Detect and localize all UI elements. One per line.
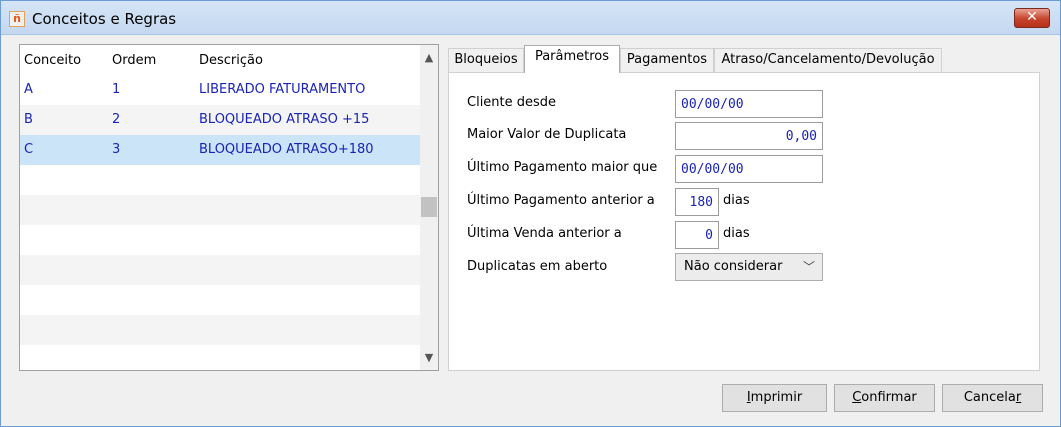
tab-pagamentos[interactable]: Pagamentos [620, 48, 714, 72]
empty-row [20, 225, 420, 255]
confirmar-button[interactable]: Confirmar [834, 384, 935, 412]
empty-row [20, 165, 420, 195]
close-button[interactable]: ✕ [1014, 8, 1050, 28]
label-cliente-desde: Cliente desde [467, 95, 557, 110]
imprimir-label-b: mprimir [750, 390, 803, 405]
empty-row [20, 315, 420, 345]
cell-ordem: 1 [112, 82, 121, 97]
ultima-venda-field[interactable] [675, 221, 719, 249]
empty-row [20, 285, 420, 315]
title-bar: ñ Conceitos e Regras ✕ [1, 1, 1060, 35]
tab-atraso-cancelamento-devolucao[interactable]: Atraso/Cancelamento/Devolução [714, 48, 942, 72]
scroll-down-icon[interactable]: ▼ [420, 347, 438, 369]
parametros-panel: Cliente desde Maior Valor de Duplicata Ú… [448, 72, 1040, 371]
label-ultimo-pagamento-anterior: Último Pagamento anterior a [467, 193, 655, 208]
window-title: Conceitos e Regras [32, 10, 177, 28]
table-row-selected[interactable]: C 3 BLOQUEADO ATRASO+180 [20, 135, 420, 165]
cell-ordem: 3 [112, 142, 121, 157]
confirmar-mnemonic: C [852, 390, 862, 405]
table-row[interactable]: A 1 LIBERADO FATURAMENTO [20, 75, 420, 105]
column-header-ordem[interactable]: Ordem [112, 53, 156, 68]
unit-dias: dias [723, 226, 750, 241]
cancelar-mnemonic: r [1015, 390, 1022, 405]
column-header-conceito[interactable]: Conceito [24, 53, 81, 68]
app-icon: ñ [9, 11, 25, 27]
cell-ordem: 2 [112, 112, 121, 127]
cell-descricao: LIBERADO FATURAMENTO [199, 82, 366, 97]
unit-dias: dias [723, 193, 750, 208]
label-ultima-venda: Última Venda anterior a [467, 226, 622, 241]
scroll-thumb[interactable] [421, 197, 437, 217]
cell-conceito: A [24, 82, 33, 97]
ultimo-pagamento-maior-field[interactable] [675, 155, 823, 183]
cell-descricao: BLOQUEADO ATRASO +15 [199, 112, 370, 127]
duplicatas-select-value: Não considerar [684, 259, 783, 274]
cell-conceito: C [24, 142, 34, 157]
cell-conceito: B [24, 112, 33, 127]
tab-parametros[interactable]: Parâmetros [524, 45, 620, 73]
vertical-scrollbar[interactable]: ▲ ▼ [420, 45, 438, 370]
dialog-window: ñ Conceitos e Regras ✕ Conceito Ordem De… [0, 0, 1061, 427]
empty-row [20, 195, 420, 225]
label-maior-valor: Maior Valor de Duplicata [467, 127, 627, 142]
list-rows: A 1 LIBERADO FATURAMENTO B 2 BLOQUEADO A… [20, 75, 420, 370]
chevron-down-icon: ﹀ [802, 260, 815, 274]
empty-row [20, 255, 420, 285]
label-duplicatas: Duplicatas em aberto [467, 259, 608, 274]
cancelar-label-a: Cancela [963, 390, 1016, 405]
list-header: Conceito Ordem Descrição [20, 45, 420, 75]
confirmar-label-b: onfirmar [861, 390, 917, 405]
empty-row [20, 345, 420, 370]
ultimo-pagamento-anterior-field[interactable] [675, 188, 719, 216]
cell-descricao: BLOQUEADO ATRASO+180 [199, 142, 374, 157]
concepts-list[interactable]: Conceito Ordem Descrição A 1 LIBERADO FA… [19, 44, 439, 371]
label-ultimo-pagamento-maior: Último Pagamento maior que [467, 160, 658, 175]
imprimir-button[interactable]: Imprimir [722, 384, 827, 412]
column-header-descricao[interactable]: Descrição [199, 53, 263, 68]
maior-valor-field[interactable] [675, 122, 823, 150]
table-row[interactable]: B 2 BLOQUEADO ATRASO +15 [20, 105, 420, 135]
scroll-up-icon[interactable]: ▲ [420, 47, 438, 69]
tab-bloqueios[interactable]: Bloqueios [448, 48, 524, 72]
duplicatas-select[interactable]: Não considerar ﹀ [675, 253, 823, 281]
cancelar-button[interactable]: Cancelar [942, 384, 1043, 412]
cliente-desde-field[interactable] [675, 90, 823, 118]
